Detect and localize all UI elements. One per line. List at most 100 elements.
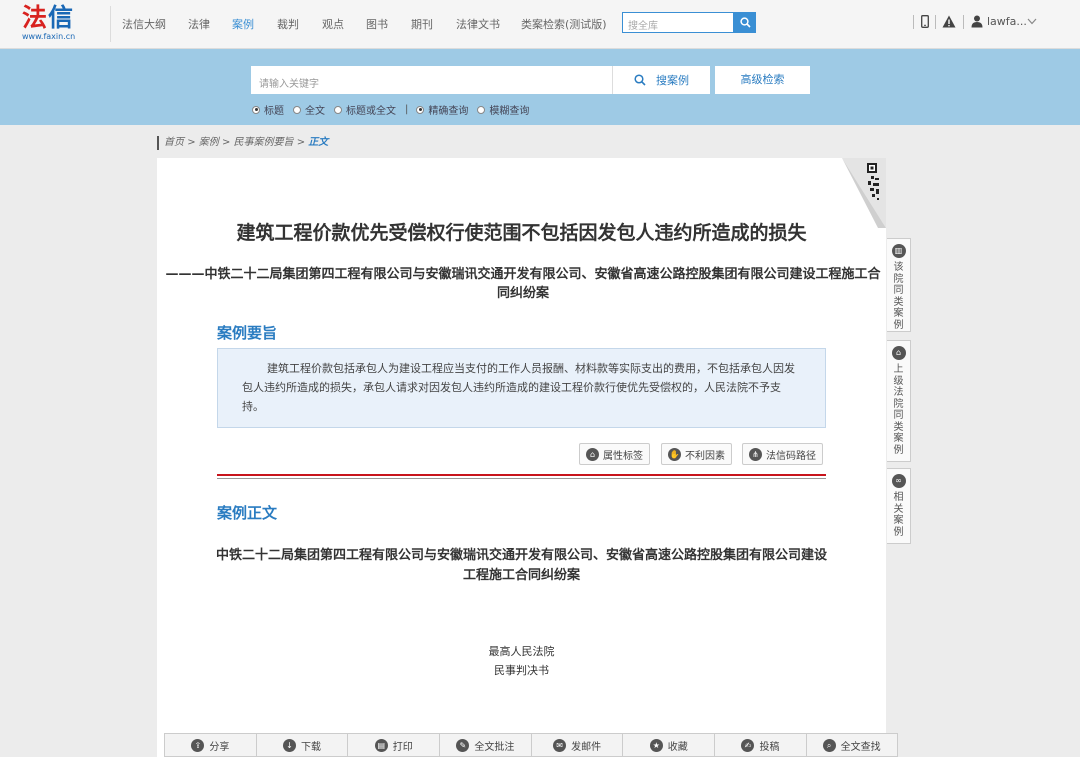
hand-icon: ✋ (668, 447, 681, 461)
chevron-down-icon[interactable] (1027, 18, 1037, 25)
radio-dot (252, 105, 260, 114)
divider-red (217, 474, 826, 476)
breadcrumb-sep: > (187, 137, 196, 148)
button-label: 发邮件 (571, 741, 602, 753)
search-cases-label: 搜案例 (656, 74, 689, 87)
alert-icon[interactable] (942, 15, 956, 28)
adverse-factors-button[interactable]: ✋ 不利因素 (661, 443, 732, 465)
user-name[interactable]: lawfa... (987, 15, 1027, 28)
document-heading: 中铁二十二局集团第四工程有限公司与安徽瑞讯交通开发有限公司、安徽省高速公路控股集… (215, 548, 827, 583)
gist-box: 建筑工程价款包括承包人为建设工程应当支付的工作人员报酬、材料款等实际支出的费用，… (217, 348, 826, 428)
bottom-toolbar: ⇪ 分享 ↓ 下载 ▤ 打印 ✎ 全文批注 ✉ 发邮件 ★ 收藏 ✍ 投稿 ⌕ 全文查找 (164, 733, 898, 757)
global-search-button[interactable] (734, 12, 756, 33)
breadcrumb-civil-gist[interactable]: 民事案例要旨 (234, 137, 294, 148)
nav-item-journals[interactable]: 期刊 (411, 16, 433, 32)
book-icon: ▥ (891, 244, 906, 258)
article-title: 建筑工程价款优先受偿权行使范围不包括因发包人违约所造成的损失 (236, 222, 807, 244)
side-tab-label: 该院同类案例 (893, 262, 904, 331)
attribute-tags-button[interactable]: ⌂ 属性标签 (579, 443, 650, 465)
breadcrumb-sep: > (296, 137, 306, 148)
nav-item-similar-case-search[interactable]: 类案检索(测试版) (521, 16, 607, 32)
button-label: 全文批注 (474, 741, 515, 753)
nav-item-books[interactable]: 图书 (366, 16, 388, 32)
link-icon: ∞ (891, 474, 906, 488)
phone-icon[interactable] (921, 15, 929, 28)
nav-item-outline[interactable]: 法信大纲 (122, 16, 166, 32)
print-button[interactable]: ▤ 打印 (347, 733, 440, 757)
keyword-search-input[interactable]: 请输入关键字 (251, 66, 612, 94)
court-icon: ⌂ (891, 346, 906, 360)
side-tab-label: 相关案例 (893, 492, 904, 538)
download-icon: ↓ (283, 738, 297, 752)
radio-label: 模糊查询 (489, 106, 530, 117)
right-divider (935, 15, 936, 29)
search-options: 标题 全文 标题或全文 | 精确查询 模糊查询 (252, 102, 538, 117)
nav-item-law[interactable]: 法律 (188, 16, 210, 32)
search-icon (739, 17, 751, 28)
submit-icon: ✍ (741, 738, 755, 752)
global-search-input[interactable]: 搜全库 (622, 12, 734, 33)
nav-divider (110, 6, 111, 42)
breadcrumb-current: 正文 (308, 137, 329, 148)
breadcrumb: 首页 > 案例 > 民事案例要旨 > 正文 (157, 136, 328, 150)
button-label: 收藏 (667, 741, 688, 753)
radio-label: 精确查询 (428, 106, 469, 117)
print-icon: ▤ (374, 738, 388, 752)
side-tab-label: 上级法院同类案例 (893, 364, 904, 456)
user-icon (971, 15, 983, 28)
scope-title-or-fulltext-radio[interactable]: 标题或全文 (334, 102, 396, 117)
nav-item-cases[interactable]: 案例 (232, 16, 254, 32)
download-button[interactable]: ↓ 下载 (255, 733, 348, 757)
faxin-logo[interactable]: 法信 www.faxin.cn (22, 4, 82, 46)
search-cases-button[interactable]: 搜案例 (612, 66, 710, 94)
document-type: 民事判决书 (494, 664, 549, 677)
scope-fulltext-radio[interactable]: 全文 (293, 102, 325, 117)
nav-item-documents[interactable]: 法律文书 (456, 16, 500, 32)
submit-article-button[interactable]: ✍ 投稿 (714, 733, 806, 757)
mode-exact-radio[interactable]: 精确查询 (416, 102, 468, 117)
advanced-search-button[interactable]: 高级检索 (715, 66, 810, 94)
tag-icon: ⌂ (586, 447, 599, 461)
button-label: 下载 (301, 741, 322, 753)
breadcrumb-home[interactable]: 首页 (164, 137, 184, 148)
search-icon: ⌕ (822, 738, 836, 752)
radio-dot (334, 105, 342, 114)
side-tab-related-cases[interactable]: ∞ 相关案例 (887, 468, 911, 544)
mode-fuzzy-radio[interactable]: 模糊查询 (477, 102, 529, 117)
side-tab-same-court-cases[interactable]: ▥ 该院同类案例 (887, 238, 911, 332)
mail-icon: ✉ (553, 738, 567, 752)
radio-dot (416, 105, 425, 114)
email-button[interactable]: ✉ 发邮件 (530, 733, 623, 757)
button-label: 属性标签 (603, 450, 643, 462)
breadcrumb-cases[interactable]: 案例 (199, 137, 219, 148)
favorite-button[interactable]: ★ 收藏 (622, 733, 715, 757)
find-in-text-button[interactable]: ⌕ 全文查找 (805, 733, 898, 757)
divider-gray (217, 478, 826, 479)
scope-title-radio[interactable]: 标题 (252, 102, 284, 117)
annotate-button[interactable]: ✎ 全文批注 (439, 733, 531, 757)
nav-item-views[interactable]: 观点 (322, 16, 344, 32)
nav-item-judgments[interactable]: 裁判 (277, 16, 299, 32)
note-icon: ✎ (456, 738, 470, 752)
side-tab-higher-court-cases[interactable]: ⌂ 上级法院同类案例 (887, 340, 911, 462)
options-divider: | (405, 104, 409, 115)
button-label: 不利因素 (685, 450, 725, 462)
gist-heading: 案例要旨 (217, 324, 278, 342)
article-subtitle: ———中铁二十二局集团第四工程有限公司与安徽瑞讯交通开发有限公司、安徽省高速公路… (165, 267, 881, 301)
faxin-code-path-button[interactable]: ⋔ 法信码路径 (742, 443, 823, 465)
share-icon: ⇪ (191, 738, 205, 752)
radio-dot (293, 105, 301, 114)
radio-dot (477, 105, 486, 114)
breadcrumb-sep: > (221, 137, 231, 148)
top-navbar: 法信 www.faxin.cn 法信大纲 法律 案例 裁判 观点 图书 期刊 法… (0, 0, 1080, 49)
radio-label: 标题或全文 (346, 106, 396, 117)
logo-url: www.faxin.cn (22, 32, 76, 41)
button-label: 全文查找 (840, 741, 881, 753)
button-label: 法信码路径 (766, 450, 816, 462)
share-button[interactable]: ⇪ 分享 (164, 733, 256, 757)
button-label: 打印 (392, 741, 413, 753)
radio-label: 标题 (264, 106, 284, 117)
star-icon: ★ (649, 738, 663, 752)
button-label: 投稿 (759, 741, 780, 753)
body-heading: 案例正文 (217, 504, 278, 522)
